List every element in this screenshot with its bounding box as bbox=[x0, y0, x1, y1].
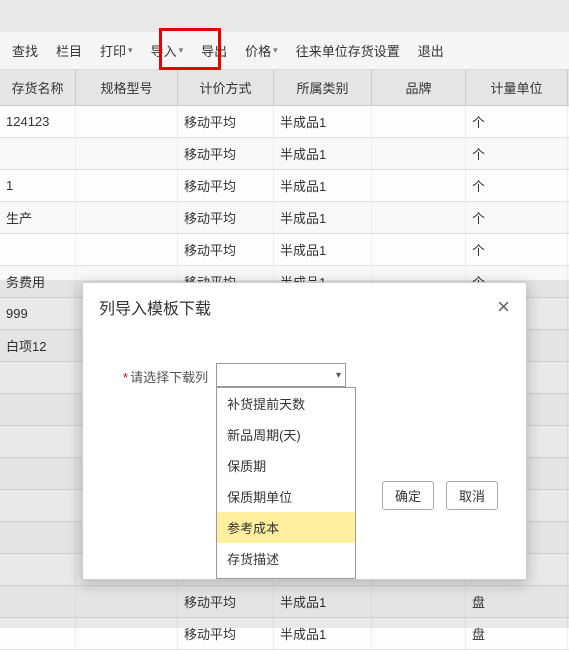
table-row[interactable]: 生产 移动平均半成品1 个 bbox=[0, 202, 569, 234]
table-row[interactable]: 移动平均半成品1 个 bbox=[0, 138, 569, 170]
cell-name bbox=[0, 138, 76, 169]
cell-unit: 个 bbox=[466, 138, 568, 169]
table-row[interactable]: 124123 移动平均半成品1 个 bbox=[0, 106, 569, 138]
cell-pricing: 移动平均 bbox=[178, 106, 274, 137]
cell-unit: 个 bbox=[466, 170, 568, 201]
toolbar-export[interactable]: 导出 bbox=[201, 41, 227, 60]
cell-brand bbox=[372, 106, 466, 137]
cell-category: 半成品1 bbox=[274, 170, 372, 201]
toolbar: 查找 栏目 打印▾ 导入▾ 导出 价格▾ 往来单位存货设置 退出 bbox=[0, 32, 569, 70]
dropdown-wrap: ▾ 补货提前天数新品周期(天)保质期保质期单位参考成本存货描述猜一猜 bbox=[216, 363, 346, 387]
modal-title: 列导入模板下载 bbox=[99, 295, 211, 319]
cell-pricing: 移动平均 bbox=[178, 138, 274, 169]
dropdown-option[interactable]: 保质期单位 bbox=[217, 481, 355, 512]
toolbar-export-label: 导出 bbox=[201, 41, 227, 60]
cell-brand bbox=[372, 234, 466, 265]
toolbar-exit[interactable]: 退出 bbox=[418, 41, 444, 60]
cell-pricing: 移动平均 bbox=[178, 170, 274, 201]
cell-category: 半成品1 bbox=[274, 234, 372, 265]
toolbar-import-label: 导入 bbox=[151, 41, 177, 60]
cell-spec bbox=[76, 202, 178, 233]
dropdown-option[interactable]: 补货提前天数 bbox=[217, 388, 355, 419]
cell-category: 半成品1 bbox=[274, 106, 372, 137]
modal-buttons: 确定 取消 bbox=[382, 481, 498, 510]
toolbar-columns[interactable]: 栏目 bbox=[56, 41, 82, 60]
field-label-text: 请选择下载列 bbox=[130, 370, 208, 385]
cell-unit: 个 bbox=[466, 202, 568, 233]
toolbar-columns-label: 栏目 bbox=[56, 41, 82, 60]
chevron-down-icon: ▾ bbox=[128, 45, 133, 56]
th-brand[interactable]: 品牌 bbox=[372, 70, 466, 105]
th-category[interactable]: 所属类别 bbox=[274, 70, 372, 105]
chevron-down-icon: ▾ bbox=[336, 370, 341, 381]
close-icon[interactable]: × bbox=[497, 296, 510, 318]
th-unit[interactable]: 计量单位 bbox=[466, 70, 568, 105]
modal-header: 列导入模板下载 × bbox=[83, 283, 526, 329]
th-spec[interactable]: 规格型号 bbox=[76, 70, 178, 105]
dropdown-option[interactable]: 参考成本 bbox=[217, 512, 355, 543]
cell-category: 半成品1 bbox=[274, 202, 372, 233]
table-row[interactable]: 移动平均半成品1 个 bbox=[0, 234, 569, 266]
ok-button[interactable]: 确定 bbox=[382, 481, 434, 510]
toolbar-find-label: 查找 bbox=[12, 41, 38, 60]
dropdown-option[interactable]: 新品周期(天) bbox=[217, 419, 355, 450]
cell-name bbox=[0, 234, 76, 265]
cell-brand bbox=[372, 170, 466, 201]
cell-name: 124123 bbox=[0, 106, 76, 137]
dropdown-option[interactable]: 猜一猜 bbox=[217, 574, 355, 579]
cell-unit: 个 bbox=[466, 106, 568, 137]
cell-spec bbox=[76, 106, 178, 137]
dropdown-option[interactable]: 存货描述 bbox=[217, 543, 355, 574]
cancel-button[interactable]: 取消 bbox=[446, 481, 498, 510]
column-select[interactable]: ▾ bbox=[216, 363, 346, 387]
cell-brand bbox=[372, 138, 466, 169]
cell-name: 1 bbox=[0, 170, 76, 201]
modal-body: *请选择下载列 ▾ 补货提前天数新品周期(天)保质期保质期单位参考成本存货描述猜… bbox=[83, 329, 526, 397]
toolbar-vendor-stock[interactable]: 往来单位存货设置 bbox=[296, 41, 400, 60]
toolbar-print[interactable]: 打印▾ bbox=[100, 41, 133, 60]
th-name[interactable]: 存货名称 bbox=[0, 70, 76, 105]
cell-brand bbox=[372, 202, 466, 233]
cell-pricing: 移动平均 bbox=[178, 202, 274, 233]
toolbar-vendor-stock-label: 往来单位存货设置 bbox=[296, 41, 400, 60]
toolbar-price-label: 价格 bbox=[245, 41, 271, 60]
cell-spec bbox=[76, 234, 178, 265]
toolbar-find[interactable]: 查找 bbox=[12, 41, 38, 60]
dropdown-option[interactable]: 保质期 bbox=[217, 450, 355, 481]
table-row[interactable]: 1 移动平均半成品1 个 bbox=[0, 170, 569, 202]
cell-category: 半成品1 bbox=[274, 138, 372, 169]
cell-pricing: 移动平均 bbox=[178, 234, 274, 265]
chevron-down-icon: ▾ bbox=[179, 45, 184, 56]
cell-name: 生产 bbox=[0, 202, 76, 233]
cell-spec bbox=[76, 138, 178, 169]
toolbar-price[interactable]: 价格▾ bbox=[245, 41, 278, 60]
top-spacer bbox=[0, 0, 569, 32]
th-pricing[interactable]: 计价方式 bbox=[178, 70, 274, 105]
dropdown-list[interactable]: 补货提前天数新品周期(天)保质期保质期单位参考成本存货描述猜一猜 bbox=[216, 387, 356, 579]
import-template-modal: 列导入模板下载 × *请选择下载列 ▾ 补货提前天数新品周期(天)保质期保质期单… bbox=[82, 282, 527, 580]
table-header: 存货名称 规格型号 计价方式 所属类别 品牌 计量单位 bbox=[0, 70, 569, 106]
chevron-down-icon: ▾ bbox=[273, 45, 278, 56]
toolbar-print-label: 打印 bbox=[100, 41, 126, 60]
field-label: *请选择下载列 bbox=[123, 363, 208, 386]
toolbar-import[interactable]: 导入▾ bbox=[151, 41, 184, 60]
cell-spec bbox=[76, 170, 178, 201]
required-star-icon: * bbox=[123, 370, 128, 385]
cell-unit: 个 bbox=[466, 234, 568, 265]
toolbar-exit-label: 退出 bbox=[418, 41, 444, 60]
